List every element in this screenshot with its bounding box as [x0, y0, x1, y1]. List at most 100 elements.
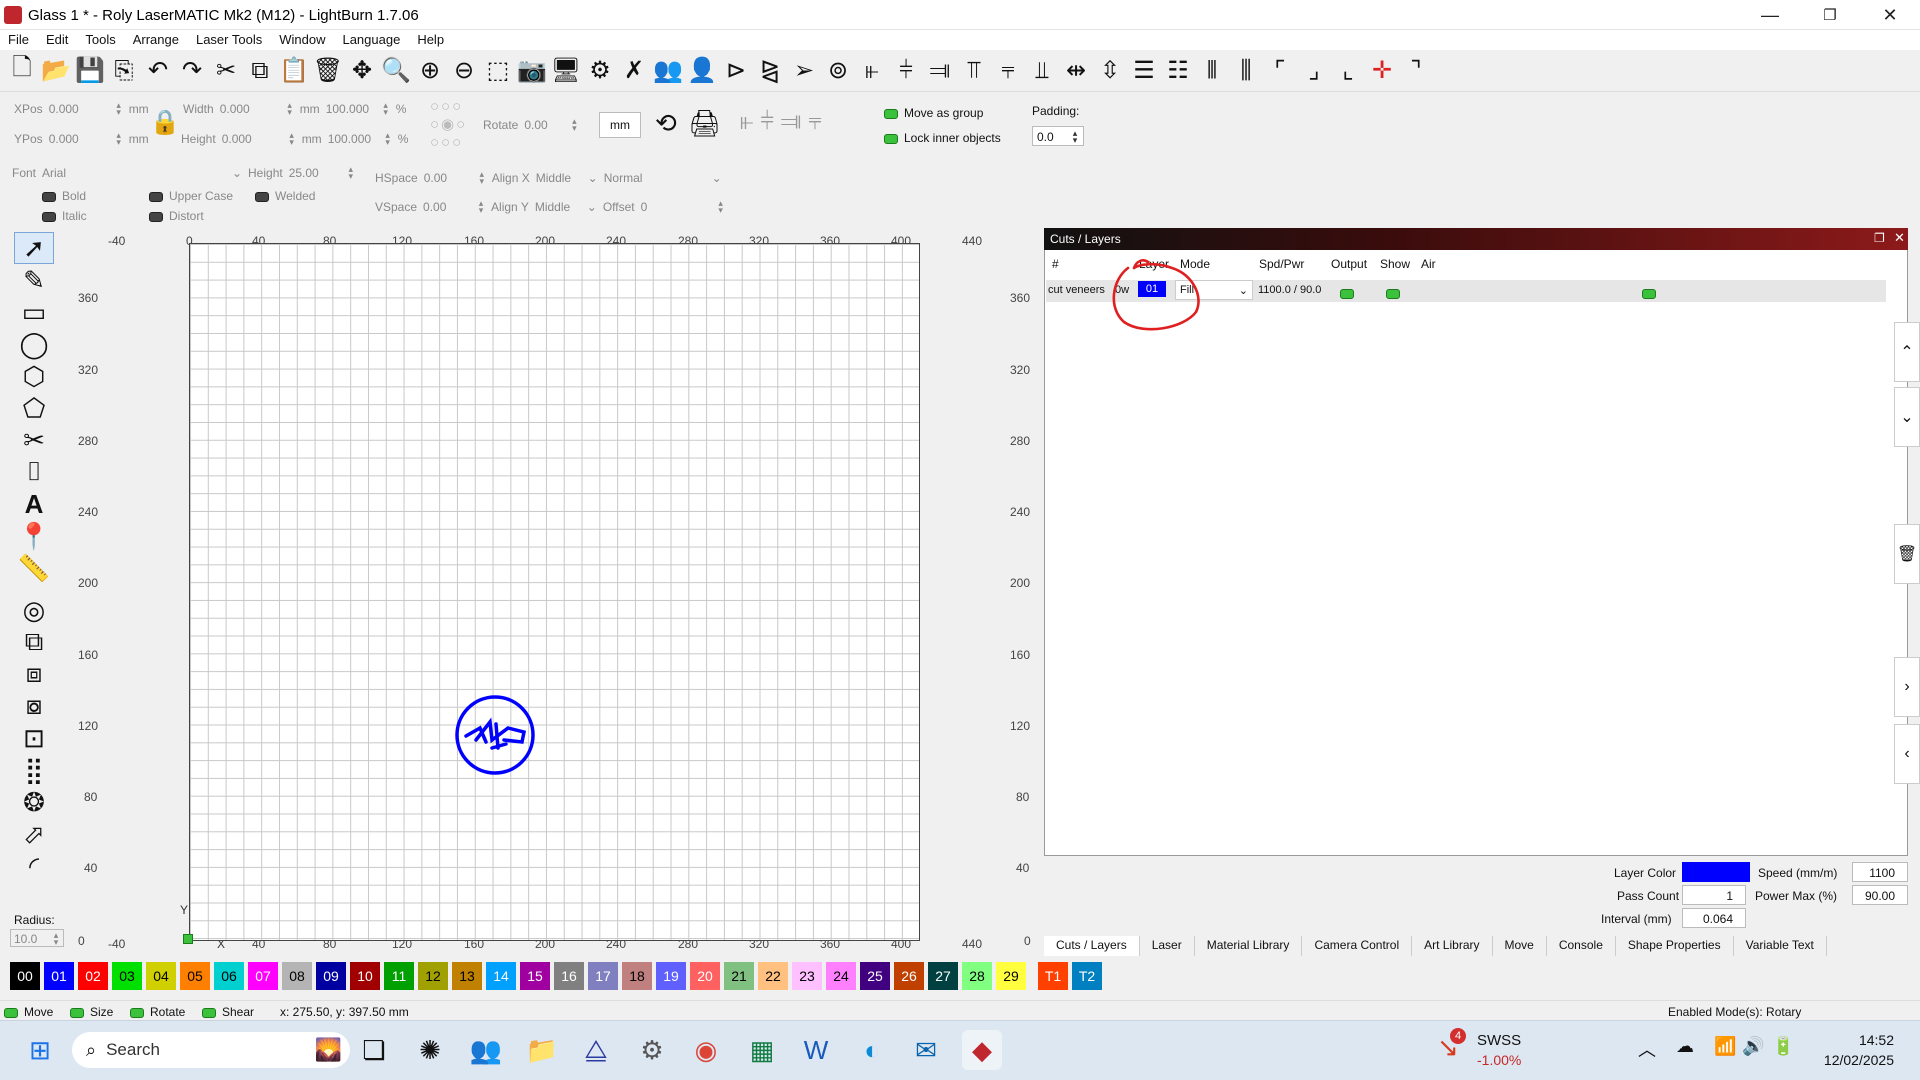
- palette-swatch-18[interactable]: 18: [622, 962, 652, 990]
- subtract-icon[interactable]: ⧇: [14, 690, 54, 722]
- settings-gear-icon[interactable]: ⚙: [584, 55, 616, 87]
- minimize-button[interactable]: —: [1740, 0, 1800, 30]
- text-icon[interactable]: A: [14, 488, 54, 520]
- palette-swatch-10[interactable]: 10: [350, 962, 380, 990]
- menu-window[interactable]: Window: [271, 30, 334, 50]
- weld-icon[interactable]: ⧉: [14, 626, 54, 658]
- upper-case-toggle[interactable]: Upper Case: [149, 189, 233, 203]
- wifi-icon[interactable]: 📶: [1714, 1036, 1736, 1057]
- intersect-icon[interactable]: ⊡: [14, 722, 54, 754]
- pass-count-input[interactable]: 1: [1682, 885, 1746, 905]
- alignx-select[interactable]: Middle ⌄: [536, 171, 598, 185]
- align-right-icon[interactable]: ⫥: [924, 55, 956, 87]
- float-panel-icon[interactable]: ❐: [1874, 231, 1885, 245]
- ypos-value[interactable]: 0.000: [49, 132, 109, 146]
- status-size-check[interactable]: [70, 1007, 84, 1018]
- new-file-icon[interactable]: 🗋: [6, 54, 38, 87]
- palette-swatch-19[interactable]: 19: [656, 962, 686, 990]
- xpos-value[interactable]: 0.000: [49, 102, 109, 116]
- palette-swatch-12[interactable]: 12: [418, 962, 448, 990]
- bold-check[interactable]: [42, 191, 56, 202]
- group-icon[interactable]: 👥: [652, 55, 684, 87]
- chevron-up-icon[interactable]: ︿: [1638, 1036, 1656, 1062]
- palette-swatch-08[interactable]: 08: [282, 962, 312, 990]
- save-icon[interactable]: 💾: [74, 55, 106, 87]
- tab-console[interactable]: Console: [1546, 936, 1616, 956]
- width-pct[interactable]: 100.000: [326, 102, 376, 116]
- crosshair-icon[interactable]: ✛: [1366, 55, 1398, 87]
- anchor-grid-icon[interactable]: ○○○ ○◉○ ○○○: [430, 98, 478, 152]
- align-left-icon[interactable]: ⫦: [856, 55, 888, 87]
- lock-inner-toggle[interactable]: Lock inner objects: [884, 131, 1001, 145]
- zoom-icon[interactable]: 🔍: [380, 55, 412, 87]
- redo-icon[interactable]: ↷: [176, 55, 208, 87]
- layer-output-toggle[interactable]: [1340, 286, 1360, 300]
- paste-icon[interactable]: 📋: [278, 55, 310, 87]
- excel-icon[interactable]: ▦: [742, 1030, 782, 1070]
- file-explorer-icon[interactable]: 📁: [522, 1030, 562, 1070]
- taskbar-search[interactable]: ⌕ Search 🌄: [72, 1032, 350, 1068]
- radius-input[interactable]: 10.0 ▴ ▾: [10, 929, 64, 947]
- align-to-page-icon[interactable]: ⫦ ⫩ ⫥ ⫧: [740, 108, 822, 136]
- height-value[interactable]: 0.000: [222, 132, 282, 146]
- align-top-icon[interactable]: ⫪: [958, 55, 990, 87]
- palette-swatch-00[interactable]: 00: [10, 962, 40, 990]
- printer-icon[interactable]: 🖨: [688, 108, 721, 139]
- move-layer-up-button[interactable]: ⌃: [1894, 322, 1920, 382]
- status-rotate-toggle[interactable]: Rotate: [130, 1005, 185, 1019]
- cloud-icon[interactable]: ☁: [1676, 1036, 1694, 1057]
- corner-tr-icon[interactable]: ⌝: [1400, 55, 1432, 87]
- width-value[interactable]: 0.000: [220, 102, 280, 116]
- tab-cuts-layers[interactable]: Cuts / Layers: [1044, 936, 1140, 956]
- delete-layer-button[interactable]: 🗑: [1894, 524, 1920, 584]
- close-panel-icon[interactable]: ✕: [1894, 230, 1905, 246]
- palette-swatch-14[interactable]: 14: [486, 962, 516, 990]
- status-shear-check[interactable]: [202, 1007, 216, 1018]
- circular-array-icon[interactable]: ❂: [14, 786, 54, 818]
- show-check[interactable]: [1386, 288, 1400, 299]
- work-area-grid[interactable]: [189, 243, 920, 941]
- zoom-frame-icon[interactable]: ⬚: [482, 55, 514, 87]
- open-folder-icon[interactable]: 📂: [40, 55, 72, 87]
- chrome-icon[interactable]: ◉: [686, 1030, 726, 1070]
- flip-horizontal-icon[interactable]: ⊳: [720, 55, 752, 87]
- height-spin[interactable]: ▴ ▾: [288, 131, 296, 147]
- palette-swatch-07[interactable]: 07: [248, 962, 278, 990]
- design-glyph[interactable]: [464, 717, 527, 750]
- corner-tl-icon[interactable]: ⌜: [1264, 55, 1296, 87]
- corner-bl-icon[interactable]: ⌞: [1332, 55, 1364, 87]
- palette-swatch-27[interactable]: 27: [928, 962, 958, 990]
- ellipse-icon[interactable]: ◯: [14, 328, 54, 360]
- palette-swatch-11[interactable]: 11: [384, 962, 414, 990]
- menu-laser-tools[interactable]: Laser Tools: [188, 30, 271, 50]
- battery-icon[interactable]: 🔋: [1772, 1036, 1794, 1057]
- palette-swatch-21[interactable]: 21: [724, 962, 754, 990]
- offset-value[interactable]: 0: [641, 200, 711, 214]
- palette-swatch-23[interactable]: 23: [792, 962, 822, 990]
- move-layer-down-button[interactable]: ⌄: [1894, 387, 1920, 447]
- copilot-icon[interactable]: ✺: [410, 1030, 450, 1070]
- app-icon[interactable]: ⧋: [576, 1030, 616, 1070]
- upper-case-check[interactable]: [149, 191, 163, 202]
- corner-radius-icon[interactable]: ◜: [14, 850, 54, 882]
- aligny-select[interactable]: Middle ⌄: [535, 200, 597, 214]
- rotate-spin[interactable]: ▴ ▾: [570, 117, 578, 133]
- expand-right-button[interactable]: ›: [1894, 657, 1920, 717]
- tab-laser[interactable]: Laser: [1139, 936, 1195, 956]
- lock-icon[interactable]: 🔒: [150, 108, 180, 137]
- tab-shape-properties[interactable]: Shape Properties: [1615, 936, 1734, 956]
- space-h-icon[interactable]: ☰: [1128, 55, 1160, 87]
- lightburn-taskbar-icon[interactable]: ◆: [962, 1030, 1002, 1070]
- hspace-value[interactable]: 0.00: [424, 171, 472, 185]
- palette-swatch-22[interactable]: 22: [758, 962, 788, 990]
- zoom-out-icon[interactable]: ⊖: [448, 55, 480, 87]
- palette-swatch-20[interactable]: 20: [690, 962, 720, 990]
- dock-icon[interactable]: ⫴: [1196, 55, 1228, 87]
- palette-swatch-03[interactable]: 03: [112, 962, 142, 990]
- ruler-icon[interactable]: 📏: [14, 552, 54, 584]
- tab-material-library[interactable]: Material Library: [1194, 936, 1303, 956]
- undo-icon[interactable]: ↶: [142, 55, 174, 87]
- task-view-icon[interactable]: ❏: [354, 1030, 394, 1070]
- send-icon[interactable]: ➢: [788, 55, 820, 87]
- rotate-value[interactable]: 0.00: [524, 118, 564, 132]
